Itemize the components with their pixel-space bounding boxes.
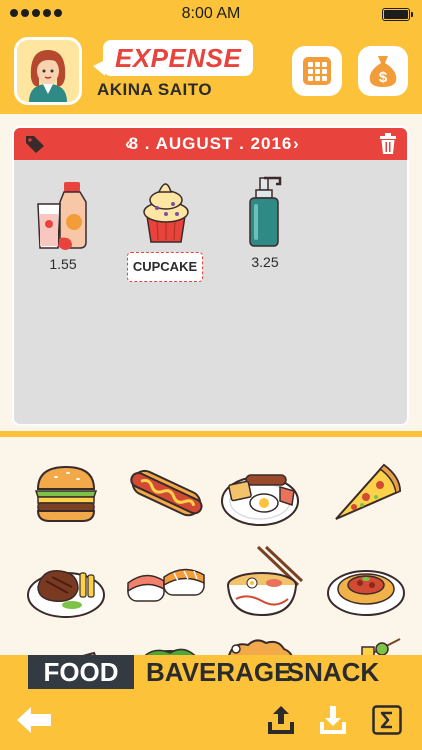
svg-text:$: $ <box>379 69 388 86</box>
food-item-skewer[interactable] <box>324 635 408 655</box>
expense-item[interactable]: 3.25 <box>234 174 296 270</box>
money-bag-button[interactable]: $ <box>358 46 408 96</box>
status-time: 8:00 AM <box>181 5 241 22</box>
item-amount: 3.25 <box>251 254 279 270</box>
avatar[interactable] <box>14 37 82 105</box>
expense-card: ‹ 8 . AUGUST . 2016 › 1.55 CUPCAKE 3.25 <box>12 126 409 426</box>
tab-food[interactable]: FOOD <box>28 655 134 689</box>
battery-icon <box>382 8 413 21</box>
hotdog-icon <box>130 469 203 517</box>
tab-snack[interactable]: SNACK <box>286 655 380 689</box>
food-item-pizza[interactable] <box>324 459 408 529</box>
money-bag-icon: $ <box>369 56 397 87</box>
app-header: EXPENSE AKINA SAITO $ <box>0 28 422 114</box>
expense-item[interactable]: 1.55 <box>32 176 94 272</box>
next-date-button[interactable]: › <box>293 128 299 160</box>
food-item-chicken[interactable] <box>218 637 302 655</box>
breakfast-plate-icon <box>221 474 299 526</box>
food-item-breakfast[interactable] <box>218 459 302 529</box>
bottom-toolbar <box>0 689 422 750</box>
burger-icon <box>34 465 98 522</box>
spaghetti-icon <box>327 570 405 616</box>
roast-chicken-icon <box>228 639 293 655</box>
food-item-spaghetti[interactable] <box>324 551 408 621</box>
food-item-burger[interactable] <box>24 459 108 529</box>
food-grid <box>0 437 422 655</box>
tab-baverage[interactable]: BAVERAGE <box>146 655 291 689</box>
cupcake-icon <box>143 183 189 243</box>
trash-icon[interactable] <box>379 133 397 155</box>
salad-icon <box>144 648 196 655</box>
page-title: EXPENSE <box>115 43 242 73</box>
export-button[interactable] <box>262 701 300 739</box>
food-item-hotdog[interactable] <box>124 459 208 529</box>
food-item-steak[interactable] <box>24 551 108 621</box>
steak-plate-icon <box>27 570 105 618</box>
food-item-salad[interactable] <box>128 639 212 655</box>
back-arrow-icon <box>17 707 51 733</box>
pizza-slice-icon <box>335 463 402 520</box>
food-item-noodles[interactable] <box>222 545 306 617</box>
expense-item[interactable] <box>135 174 197 248</box>
soap-bottle-icon <box>249 176 282 247</box>
item-amount: 1.55 <box>49 256 77 272</box>
milk-and-juice-icon <box>37 182 87 250</box>
noodle-bowl-icon <box>227 545 304 617</box>
sushi-icon <box>127 568 205 602</box>
status-bar: 8:00 AM <box>0 0 422 28</box>
sigma-icon <box>372 705 402 735</box>
summary-button[interactable] <box>368 701 406 739</box>
back-button[interactable] <box>14 701 54 739</box>
expense-title-bubble: EXPENSE <box>92 40 254 76</box>
calendar-grid-icon <box>303 57 331 85</box>
date-label: 8 . AUGUST . 2016 <box>128 134 293 153</box>
import-button[interactable] <box>314 701 352 739</box>
category-tabs: FOOD BAVERAGE SNACK <box>0 655 422 689</box>
sandwich-icon <box>82 651 96 655</box>
upload-tray-icon <box>268 706 294 734</box>
date-bar: ‹ 8 . AUGUST . 2016 › <box>14 128 407 160</box>
user-name: AKINA SAITO <box>97 80 213 99</box>
calendar-button[interactable] <box>292 46 342 96</box>
food-item-sushi[interactable] <box>124 551 208 621</box>
download-tray-icon <box>320 706 346 734</box>
food-item-sandwich[interactable] <box>24 639 108 655</box>
skewer-icon <box>361 638 401 655</box>
item-label[interactable]: CUPCAKE <box>127 252 203 282</box>
